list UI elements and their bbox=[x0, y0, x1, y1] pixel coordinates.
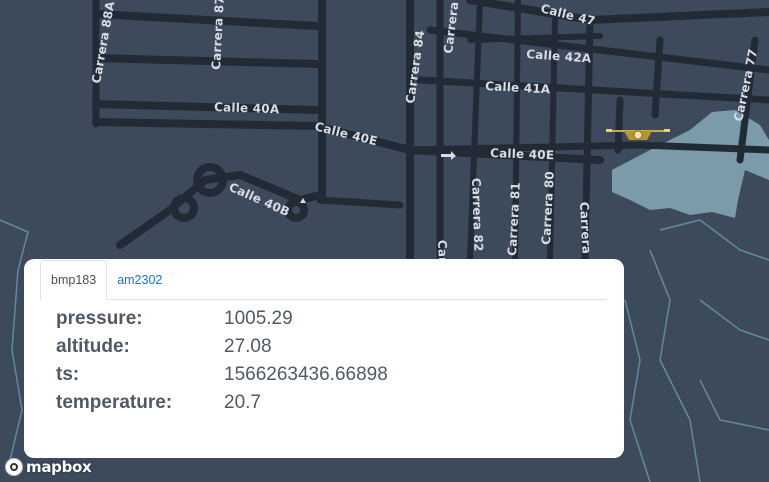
reading-key: ts: bbox=[56, 364, 80, 385]
sensor-popup: bmp183 am2302 pressure: 1005.29 altitude… bbox=[24, 259, 624, 458]
sensor-tabs: bmp183 am2302 bbox=[40, 259, 607, 300]
reading-row: ts: 1566263436.66898 bbox=[56, 361, 388, 389]
mapbox-logo-icon bbox=[5, 458, 23, 476]
reading-value: 27.08 bbox=[224, 336, 272, 357]
tab-am2302[interactable]: am2302 bbox=[107, 261, 172, 299]
street-label: Carrera 82 bbox=[469, 178, 486, 252]
reading-key: pressure: bbox=[56, 308, 143, 329]
street-label: Calle 40E bbox=[490, 146, 555, 162]
sensor-readings: pressure: 1005.29 altitude: 27.08 ts: 15… bbox=[56, 305, 388, 417]
reading-key: altitude: bbox=[56, 336, 130, 357]
reading-key: temperature: bbox=[56, 392, 173, 413]
reading-value: 20.7 bbox=[224, 392, 261, 413]
reading-row: pressure: 1005.29 bbox=[56, 305, 388, 333]
reading-value: 1566263436.66898 bbox=[224, 364, 388, 385]
reading-row: altitude: 27.08 bbox=[56, 333, 388, 361]
reading-value: 1005.29 bbox=[224, 308, 293, 329]
street-label: Calle 40A bbox=[214, 100, 280, 116]
mapbox-logo-text: mapbox bbox=[26, 458, 92, 476]
tab-bmp183[interactable]: bmp183 bbox=[40, 260, 108, 300]
reading-row: temperature: 20.7 bbox=[56, 389, 388, 417]
mapbox-logo[interactable]: mapbox bbox=[5, 457, 92, 477]
